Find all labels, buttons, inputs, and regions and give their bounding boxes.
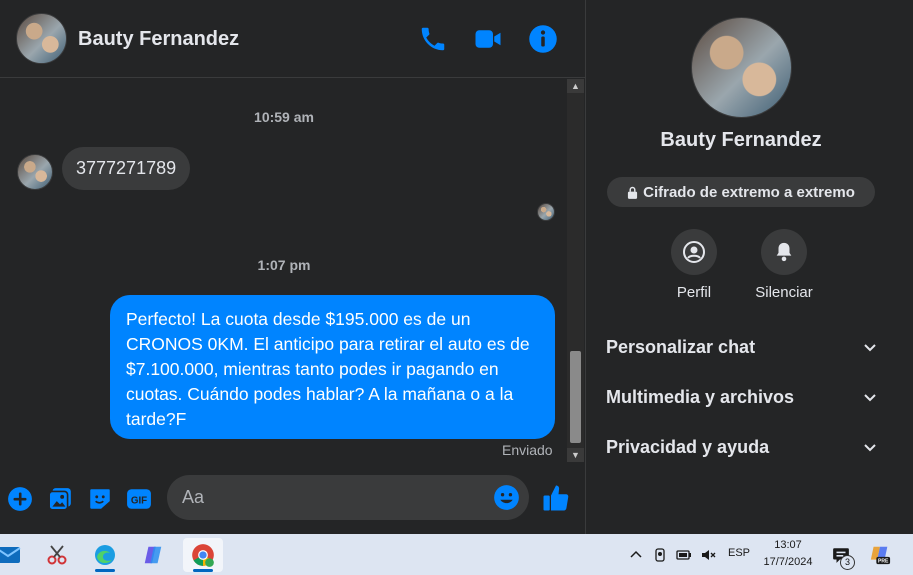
bell-icon xyxy=(776,242,792,262)
chevron-down-icon[interactable] xyxy=(862,389,878,405)
usb-device-icon[interactable] xyxy=(652,547,668,563)
profile-button[interactable]: Perfil xyxy=(649,229,739,301)
snipping-tool-icon xyxy=(47,545,67,565)
taskbar-edge[interactable] xyxy=(85,538,125,572)
incoming-message[interactable]: 3777271789 xyxy=(62,147,191,190)
message-timestamp: 1:07 pm xyxy=(257,257,311,273)
video-icon[interactable] xyxy=(473,24,503,54)
outgoing-message[interactable]: Perfecto! La cuota desde $195.000 es de … xyxy=(110,295,555,439)
chevron-down-icon[interactable] xyxy=(862,439,878,455)
chevron-down-icon[interactable] xyxy=(862,339,878,355)
taskbar-chrome[interactable] xyxy=(183,538,223,572)
scroll-thumb[interactable] xyxy=(570,351,581,443)
image-icon[interactable] xyxy=(47,486,73,512)
copilot-icon xyxy=(144,546,162,564)
sticker-icon[interactable] xyxy=(87,486,113,512)
taskbar-mail-app[interactable] xyxy=(0,538,28,572)
message-timestamp: 10:59 am xyxy=(254,109,314,125)
svg-text:GIF: GIF xyxy=(131,495,147,506)
lock-icon xyxy=(628,186,638,199)
sender-avatar[interactable] xyxy=(17,154,53,190)
section-customize-chat[interactable]: Personalizar chat xyxy=(606,327,878,367)
sent-status: Enviado xyxy=(502,442,553,458)
add-icon[interactable] xyxy=(7,486,33,512)
seen-indicator-avatar xyxy=(537,203,555,221)
section-media-files[interactable]: Multimedia y archivos xyxy=(606,377,878,417)
contact-avatar[interactable] xyxy=(16,13,67,64)
info-icon[interactable] xyxy=(528,24,558,54)
taskbar: ESP 13:07 17/7/2024 3 PRE xyxy=(0,534,913,575)
conversation-info-panel: Bauty Fernandez Cifrado de extremo a ext… xyxy=(585,0,913,534)
section-title: Privacidad y ayuda xyxy=(606,436,770,457)
section-privacy-help[interactable]: Privacidad y ayuda xyxy=(606,427,878,467)
taskbar-copilot[interactable] xyxy=(133,538,173,572)
gif-icon[interactable]: GIF xyxy=(126,486,152,512)
profile-avatar[interactable] xyxy=(691,17,792,118)
profile-label: Perfil xyxy=(676,284,712,301)
section-title: Personalizar chat xyxy=(606,336,756,357)
profile-name: Bauty Fernandez xyxy=(660,129,822,151)
chat-header: Bauty Fernandez xyxy=(0,0,585,78)
mute-button[interactable]: Silenciar xyxy=(739,229,829,301)
mute-label: Silenciar xyxy=(755,284,813,301)
scroll-up-arrow-icon[interactable]: ▲ xyxy=(567,79,584,93)
like-icon[interactable] xyxy=(541,483,571,513)
composer: GIF xyxy=(0,464,585,534)
mail-icon xyxy=(0,547,21,563)
emoji-icon[interactable] xyxy=(493,484,520,511)
taskbar-snipping-tool[interactable] xyxy=(37,538,77,572)
encryption-badge[interactable]: Cifrado de extremo a extremo xyxy=(607,177,875,207)
message-list[interactable]: 10:59 am 3777271789 1:07 pm Perfecto! La… xyxy=(0,78,568,464)
clock-date[interactable]: 17/7/2024 xyxy=(760,556,816,568)
section-title: Multimedia y archivos xyxy=(606,386,795,407)
clock-time[interactable]: 13:07 xyxy=(760,539,816,551)
notification-count-badge: 3 xyxy=(840,555,855,570)
message-input[interactable] xyxy=(167,475,529,520)
edge-icon xyxy=(95,545,115,565)
scroll-down-arrow-icon[interactable]: ▼ xyxy=(567,448,584,462)
contact-name[interactable]: Bauty Fernandez xyxy=(78,28,239,51)
running-indicator xyxy=(193,569,213,572)
battery-icon[interactable] xyxy=(676,547,692,563)
encryption-label: Cifrado de extremo a extremo xyxy=(643,183,855,201)
mute-button-circle[interactable] xyxy=(761,229,807,275)
profile-icon xyxy=(683,241,705,263)
chrome-icon xyxy=(192,544,214,567)
message-scrollbar[interactable]: ▲ ▼ xyxy=(567,79,584,462)
chevron-up-icon[interactable] xyxy=(628,547,644,563)
language-indicator[interactable]: ESP xyxy=(728,547,750,559)
svg-text:PRE: PRE xyxy=(878,559,889,565)
profile-button-circle[interactable] xyxy=(671,229,717,275)
running-indicator xyxy=(95,569,115,572)
volume-muted-icon[interactable] xyxy=(700,547,716,563)
phone-icon[interactable] xyxy=(418,24,448,54)
copilot-pre-icon[interactable]: PRE xyxy=(869,544,891,566)
